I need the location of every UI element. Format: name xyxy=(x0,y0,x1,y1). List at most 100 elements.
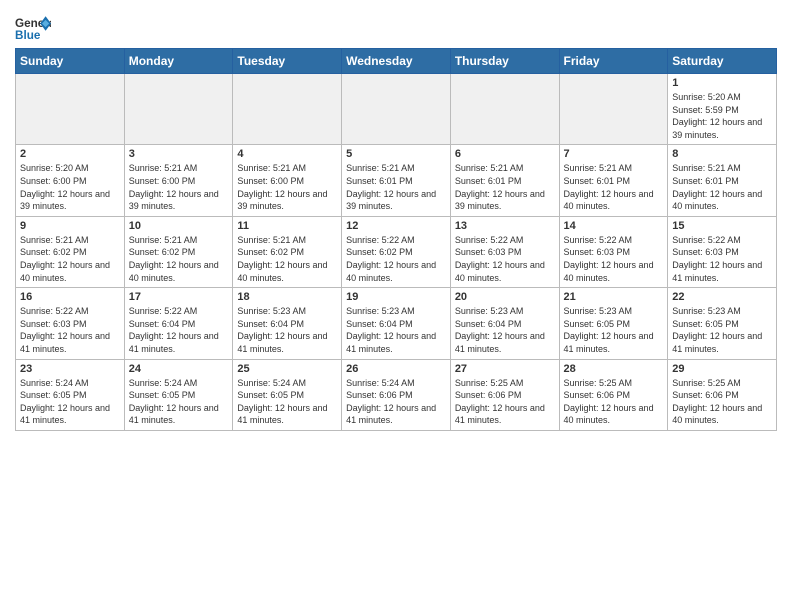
day-cell-5: 5 Sunrise: 5:21 AMSunset: 6:01 PMDaylight… xyxy=(342,145,451,216)
weekday-header-saturday: Saturday xyxy=(668,49,777,74)
day-cell-24: 24Sunrise: 5:24 AMSunset: 6:05 PMDayligh… xyxy=(124,359,233,430)
day-number: 12 xyxy=(346,220,446,232)
day-info: Sunrise: 5:21 AMSunset: 6:00 PMDaylight:… xyxy=(237,162,337,212)
day-info: Sunrise: 5:22 AMSunset: 6:03 PMDaylight:… xyxy=(455,234,555,284)
day-number: 17 xyxy=(129,291,229,303)
day-number: 14 xyxy=(564,220,664,232)
day-info: Sunrise: 5:24 AMSunset: 6:05 PMDaylight:… xyxy=(237,377,337,427)
day-cell-2: 2 Sunrise: 5:20 AMSunset: 6:00 PMDaylight… xyxy=(16,145,125,216)
weekday-header-friday: Friday xyxy=(559,49,668,74)
empty-cell xyxy=(559,74,668,145)
day-cell-19: 19 Sunrise: 5:23 AMSunset: 6:04 PMDayligh… xyxy=(342,288,451,359)
day-info: Sunrise: 5:21 AMSunset: 6:01 PMDaylight:… xyxy=(564,162,664,212)
day-info: Sunrise: 5:20 AMSunset: 6:00 PMDaylight:… xyxy=(20,162,120,212)
day-cell-3: 3 Sunrise: 5:21 AMSunset: 6:00 PMDaylight… xyxy=(124,145,233,216)
day-cell-21: 21 Sunrise: 5:23 AMSunset: 6:05 PMDayligh… xyxy=(559,288,668,359)
header: General Blue xyxy=(15,10,777,42)
day-info: Sunrise: 5:23 AMSunset: 6:05 PMDaylight:… xyxy=(672,305,772,355)
day-info: Sunrise: 5:20 AMSunset: 5:59 PMDaylight:… xyxy=(672,91,772,141)
day-number: 1 xyxy=(672,77,772,89)
day-number: 9 xyxy=(20,220,120,232)
day-cell-15: 15 Sunrise: 5:22 AMSunset: 6:03 PMDayligh… xyxy=(668,216,777,287)
day-number: 8 xyxy=(672,148,772,160)
day-info: Sunrise: 5:21 AMSunset: 6:02 PMDaylight:… xyxy=(237,234,337,284)
day-info: Sunrise: 5:22 AMSunset: 6:03 PMDaylight:… xyxy=(564,234,664,284)
day-cell-17: 17 Sunrise: 5:22 AMSunset: 6:04 PMDayligh… xyxy=(124,288,233,359)
day-number: 25 xyxy=(237,363,337,375)
day-cell-7: 7 Sunrise: 5:21 AMSunset: 6:01 PMDaylight… xyxy=(559,145,668,216)
day-info: Sunrise: 5:23 AMSunset: 6:05 PMDaylight:… xyxy=(564,305,664,355)
day-number: 18 xyxy=(237,291,337,303)
day-info: Sunrise: 5:25 AMSunset: 6:06 PMDaylight:… xyxy=(564,377,664,427)
day-number: 23 xyxy=(20,363,120,375)
day-cell-27: 27Sunrise: 5:25 AMSunset: 6:06 PMDayligh… xyxy=(450,359,559,430)
day-info: Sunrise: 5:22 AMSunset: 6:03 PMDaylight:… xyxy=(672,234,772,284)
calendar-row-4: 16 Sunrise: 5:22 AMSunset: 6:03 PMDayligh… xyxy=(16,288,777,359)
empty-cell xyxy=(233,74,342,145)
day-number: 19 xyxy=(346,291,446,303)
day-number: 20 xyxy=(455,291,555,303)
empty-cell xyxy=(16,74,125,145)
day-cell-1: 1 Sunrise: 5:20 AMSunset: 5:59 PMDaylight… xyxy=(668,74,777,145)
day-cell-14: 14 Sunrise: 5:22 AMSunset: 6:03 PMDayligh… xyxy=(559,216,668,287)
day-cell-28: 28 Sunrise: 5:25 AMSunset: 6:06 PMDayligh… xyxy=(559,359,668,430)
logo: General Blue xyxy=(15,10,51,42)
day-number: 4 xyxy=(237,148,337,160)
day-cell-13: 13 Sunrise: 5:22 AMSunset: 6:03 PMDayligh… xyxy=(450,216,559,287)
day-number: 5 xyxy=(346,148,446,160)
day-number: 11 xyxy=(237,220,337,232)
day-info: Sunrise: 5:21 AMSunset: 6:02 PMDaylight:… xyxy=(20,234,120,284)
day-number: 28 xyxy=(564,363,664,375)
day-cell-18: 18Sunrise: 5:23 AMSunset: 6:04 PMDayligh… xyxy=(233,288,342,359)
day-cell-6: 6 Sunrise: 5:21 AMSunset: 6:01 PMDaylight… xyxy=(450,145,559,216)
day-number: 16 xyxy=(20,291,120,303)
calendar-row-1: 1 Sunrise: 5:20 AMSunset: 5:59 PMDaylight… xyxy=(16,74,777,145)
day-number: 3 xyxy=(129,148,229,160)
day-cell-25: 25 Sunrise: 5:24 AMSunset: 6:05 PMDayligh… xyxy=(233,359,342,430)
day-info: Sunrise: 5:25 AMSunset: 6:06 PMDaylight:… xyxy=(672,377,772,427)
calendar-row-2: 2 Sunrise: 5:20 AMSunset: 6:00 PMDaylight… xyxy=(16,145,777,216)
day-number: 15 xyxy=(672,220,772,232)
weekday-header-thursday: Thursday xyxy=(450,49,559,74)
day-number: 2 xyxy=(20,148,120,160)
day-cell-16: 16 Sunrise: 5:22 AMSunset: 6:03 PMDayligh… xyxy=(16,288,125,359)
day-cell-29: 29 Sunrise: 5:25 AMSunset: 6:06 PMDayligh… xyxy=(668,359,777,430)
day-number: 6 xyxy=(455,148,555,160)
day-number: 27 xyxy=(455,363,555,375)
day-cell-10: 10 Sunrise: 5:21 AMSunset: 6:02 PMDayligh… xyxy=(124,216,233,287)
day-cell-9: 9 Sunrise: 5:21 AMSunset: 6:02 PMDaylight… xyxy=(16,216,125,287)
day-info: Sunrise: 5:21 AMSunset: 6:00 PMDaylight:… xyxy=(129,162,229,212)
weekday-header-monday: Monday xyxy=(124,49,233,74)
day-info: Sunrise: 5:23 AMSunset: 6:04 PMDaylight:… xyxy=(346,305,446,355)
weekday-header-row: SundayMondayTuesdayWednesdayThursdayFrid… xyxy=(16,49,777,74)
empty-cell xyxy=(450,74,559,145)
day-number: 13 xyxy=(455,220,555,232)
day-number: 29 xyxy=(672,363,772,375)
day-number: 24 xyxy=(129,363,229,375)
weekday-header-sunday: Sunday xyxy=(16,49,125,74)
day-cell-4: 4 Sunrise: 5:21 AMSunset: 6:00 PMDaylight… xyxy=(233,145,342,216)
day-number: 7 xyxy=(564,148,664,160)
day-number: 21 xyxy=(564,291,664,303)
day-cell-11: 11 Sunrise: 5:21 AMSunset: 6:02 PMDayligh… xyxy=(233,216,342,287)
day-info: Sunrise: 5:23 AMSunset: 6:04 PMDaylight:… xyxy=(455,305,555,355)
day-info: Sunrise: 5:24 AMSunset: 6:06 PMDaylight:… xyxy=(346,377,446,427)
day-cell-22: 22 Sunrise: 5:23 AMSunset: 6:05 PMDayligh… xyxy=(668,288,777,359)
weekday-header-wednesday: Wednesday xyxy=(342,49,451,74)
day-info: Sunrise: 5:21 AMSunset: 6:01 PMDaylight:… xyxy=(672,162,772,212)
calendar-row-3: 9 Sunrise: 5:21 AMSunset: 6:02 PMDaylight… xyxy=(16,216,777,287)
day-info: Sunrise: 5:22 AMSunset: 6:04 PMDaylight:… xyxy=(129,305,229,355)
day-info: Sunrise: 5:22 AMSunset: 6:03 PMDaylight:… xyxy=(20,305,120,355)
day-number: 26 xyxy=(346,363,446,375)
empty-cell xyxy=(124,74,233,145)
day-info: Sunrise: 5:21 AMSunset: 6:01 PMDaylight:… xyxy=(455,162,555,212)
day-info: Sunrise: 5:22 AMSunset: 6:02 PMDaylight:… xyxy=(346,234,446,284)
day-number: 10 xyxy=(129,220,229,232)
empty-cell xyxy=(342,74,451,145)
day-info: Sunrise: 5:21 AMSunset: 6:02 PMDaylight:… xyxy=(129,234,229,284)
day-cell-12: 12 Sunrise: 5:22 AMSunset: 6:02 PMDayligh… xyxy=(342,216,451,287)
day-info: Sunrise: 5:21 AMSunset: 6:01 PMDaylight:… xyxy=(346,162,446,212)
day-number: 22 xyxy=(672,291,772,303)
day-cell-20: 20 Sunrise: 5:23 AMSunset: 6:04 PMDayligh… xyxy=(450,288,559,359)
calendar-table: SundayMondayTuesdayWednesdayThursdayFrid… xyxy=(15,48,777,431)
